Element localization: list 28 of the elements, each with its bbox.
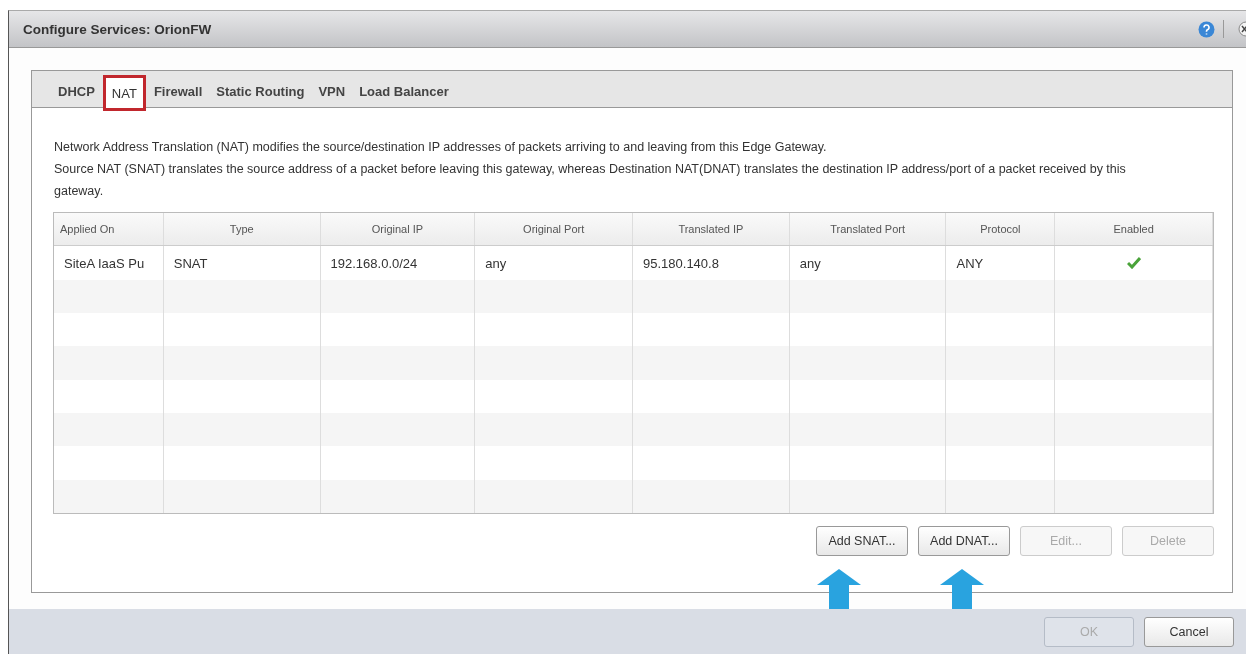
action-button[interactable]: Add DNAT... [918,526,1010,556]
column-header[interactable]: Type [229,223,254,236]
table-cell: any [475,246,633,280]
table-cell: 192.168.0.0/24 [320,246,476,280]
description-text: Source NAT (SNAT) translates the source address of a packet before leaving this gateway, whereas Destination NAT(DNAT) translates the destination IP address/port of a packet received by this gateway. [54,161,1127,200]
table-cell: SNAT [163,246,321,280]
table-cell: ANY [946,246,1056,280]
table-cell: SiteA IaaS Pu [54,246,164,280]
table-cell: 95.180.140.8 [633,246,790,280]
window-title: Configure Services: OrionFW [23,21,213,37]
tab[interactable]: DHCP [52,76,101,107]
column-header[interactable]: Translated IP [678,223,744,236]
help-icon[interactable] [1198,20,1215,38]
dialog-button[interactable]: Cancel [1144,617,1234,647]
column-header[interactable]: Enabled [1113,223,1154,236]
tab[interactable]: Static Routing [210,76,311,107]
tab[interactable]: VPN [312,76,352,107]
tab[interactable]: NAT [102,75,146,111]
column-header[interactable]: Original IP [371,223,424,236]
tab[interactable]: Firewall [147,76,209,107]
column-header[interactable]: Applied On [60,223,115,236]
description-text: Network Address Translation (NAT) modifies the source/destination IP addresses of packets arriving to and leaving from this Edge Gateway. [54,139,828,156]
column-header[interactable]: Translated Port [830,223,905,236]
table-cell: any [789,246,947,280]
column-header[interactable]: Protocol [980,223,1021,236]
tab[interactable]: Load Balancer [353,76,455,107]
action-button[interactable]: Add SNAT... [816,526,908,556]
column-header[interactable]: Original Port [523,223,585,236]
